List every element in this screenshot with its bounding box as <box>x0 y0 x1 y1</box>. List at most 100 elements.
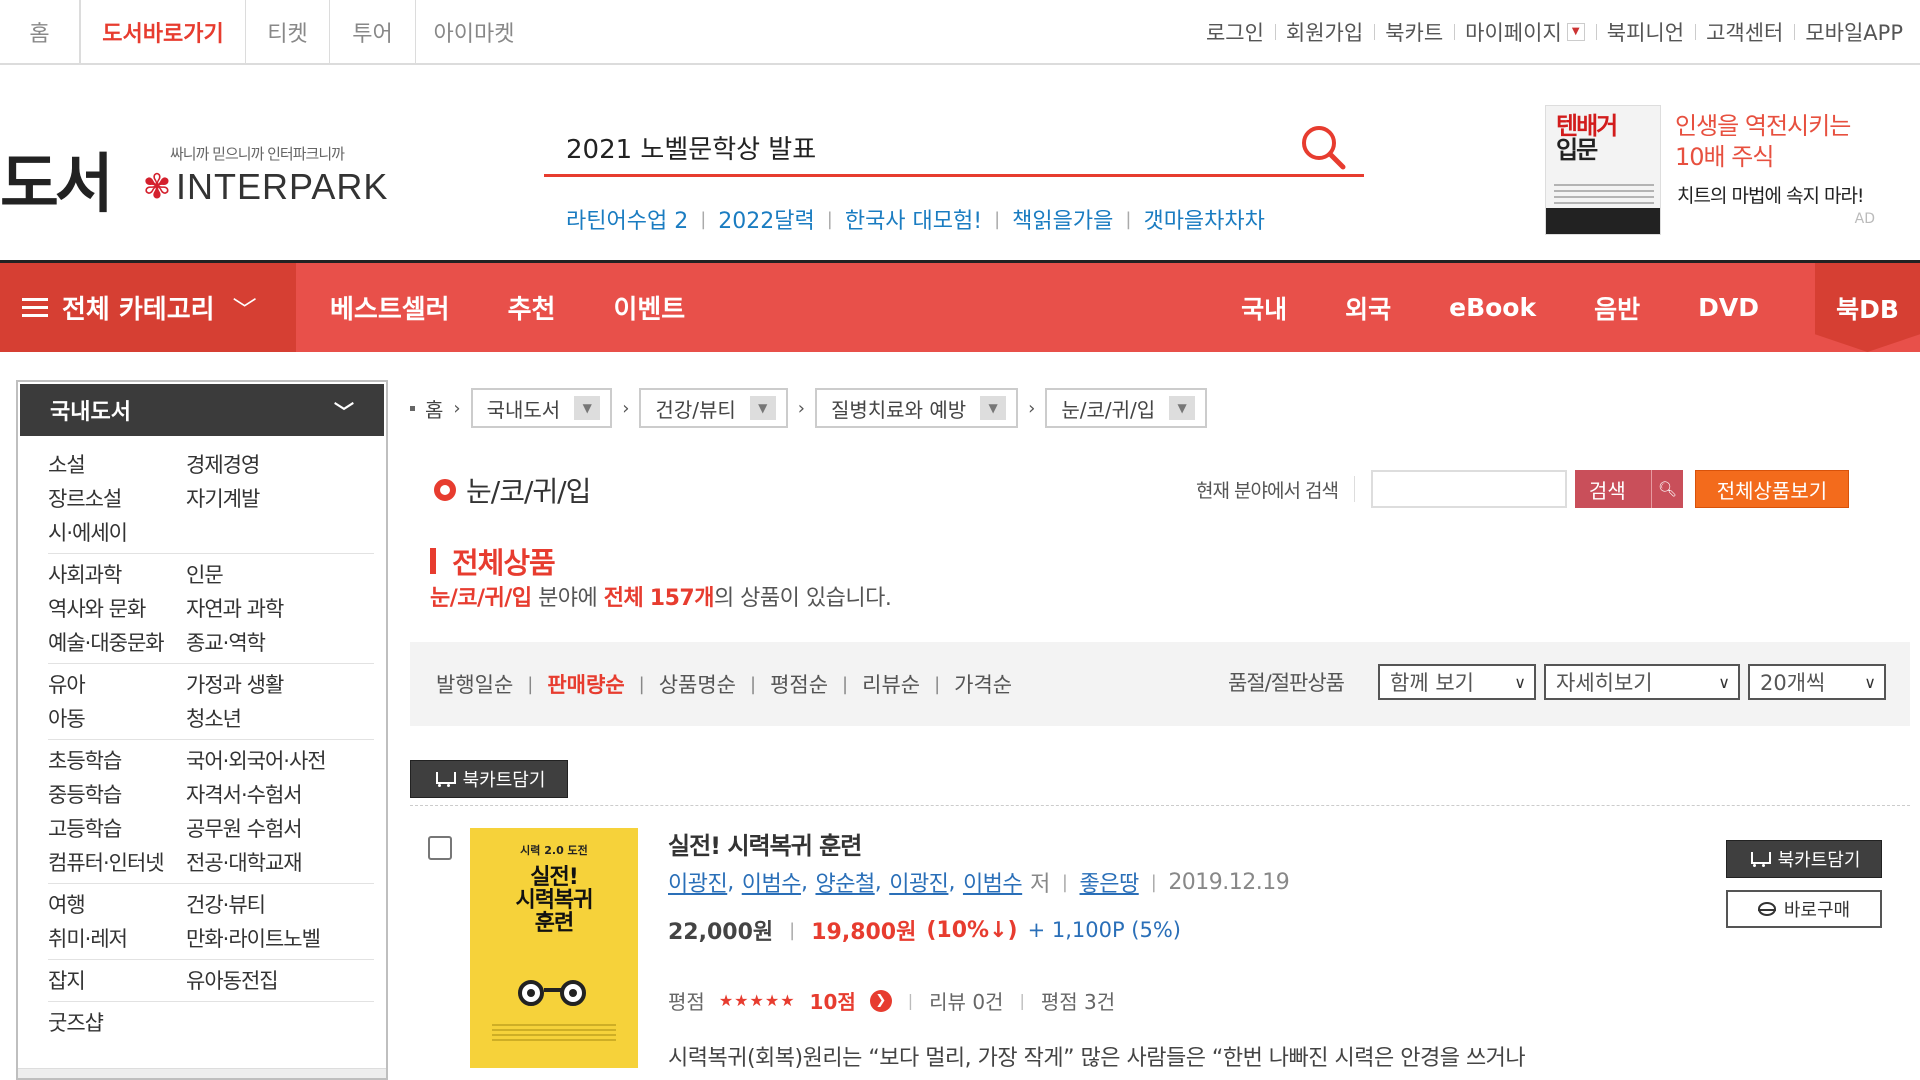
topnav-home[interactable]: 홈 <box>0 0 80 63</box>
menu-ebook[interactable]: eBook <box>1449 293 1536 322</box>
menu-domestic[interactable]: 국내 <box>1241 290 1287 326</box>
hot-keyword[interactable]: 한국사 대모험! <box>845 203 982 235</box>
sort-option[interactable]: 리뷰순 <box>862 669 920 699</box>
hot-keyword[interactable]: 2022달력 <box>718 203 814 235</box>
search-button[interactable] <box>1298 123 1348 171</box>
sort-option[interactable]: 평점순 <box>770 669 828 699</box>
category-search-input[interactable] <box>1370 470 1567 508</box>
hot-keyword[interactable]: 갯마을차차차 <box>1143 203 1264 235</box>
sidebar-item[interactable]: 취미·레저 <box>48 923 186 953</box>
sidebar-item[interactable]: 공무원 수험서 <box>186 813 303 843</box>
sidebar-item[interactable]: 여행 <box>48 889 186 919</box>
sidebar-item[interactable]: 굿즈샵 <box>48 1007 186 1037</box>
menu-event[interactable]: 이벤트 <box>613 289 685 326</box>
topnav-imarket[interactable]: 아이마켓 <box>416 0 532 63</box>
publisher-link[interactable]: 좋은땅 <box>1080 866 1140 898</box>
breadcrumb-select-level2[interactable]: 건강/뷰티 ▼ <box>639 388 788 428</box>
sidebar-item[interactable]: 시·에세이 <box>48 517 186 547</box>
chevron-right-icon[interactable]: ❯ <box>869 989 892 1012</box>
sidebar-item[interactable]: 가정과 생활 <box>186 669 284 699</box>
category-search-button[interactable]: 검색 🔍︎ <box>1574 470 1683 508</box>
author-link[interactable]: 양순철 <box>815 866 875 898</box>
author-link[interactable]: 이범수 <box>963 866 1023 898</box>
sidebar-item[interactable]: 중등학습 <box>48 779 186 809</box>
page-size-select[interactable]: 20개씩 ∨ <box>1748 664 1886 700</box>
all-category-button[interactable]: 전체 카테고리 ﹀ <box>0 263 296 352</box>
hot-keyword[interactable]: 라틴어수업 2 <box>566 203 688 235</box>
mobile-app-link[interactable]: 모바일APP <box>1794 17 1914 47</box>
sort-option[interactable]: 발행일순 <box>436 669 513 699</box>
sidebar-item[interactable]: 유아 <box>48 669 186 699</box>
sidebar-item[interactable]: 종교·역학 <box>186 627 266 657</box>
sidebar-item[interactable]: 자연과 과학 <box>186 593 284 623</box>
mypage-link[interactable]: 마이페이지 ▼ <box>1454 17 1596 47</box>
bookpinion-link[interactable]: 북피니언 <box>1595 17 1695 47</box>
sidebar-item[interactable]: 잡지 <box>48 965 186 995</box>
sidebar-item[interactable]: 만화·라이트노벨 <box>186 923 321 953</box>
logo-book[interactable]: 도서 <box>0 133 114 225</box>
ring-bullet-icon <box>434 479 456 501</box>
sidebar-item[interactable]: 고등학습 <box>48 813 186 843</box>
detail-view-select[interactable]: 자세히보기 ∨ <box>1544 664 1740 700</box>
topnav-book[interactable]: 도서바로가기 <box>80 0 246 63</box>
sort-option[interactable]: 판매량순 <box>547 669 624 699</box>
sidebar-item[interactable]: 컴퓨터·인터넷 <box>48 847 186 877</box>
breadcrumb-select-level1[interactable]: 국내도서 ▼ <box>470 388 613 428</box>
sidebar-item[interactable]: 전공·대학교재 <box>186 847 303 877</box>
add-to-cart-button[interactable]: 북카트담기 <box>1726 840 1882 878</box>
author-link[interactable]: 이광진 <box>889 866 949 898</box>
menu-bookdb[interactable]: 북DB <box>1815 263 1920 352</box>
author-link[interactable]: 이광진 <box>668 866 728 898</box>
sidebar-header[interactable]: 국내도서 ﹀ <box>20 384 384 436</box>
customer-center-link[interactable]: 고객센터 <box>1695 17 1794 47</box>
horizontal-scrollbar[interactable] <box>18 1068 386 1078</box>
signup-link[interactable]: 회원가입 <box>1274 17 1374 47</box>
sidebar-item[interactable]: 아동 <box>48 703 186 733</box>
view-together-select[interactable]: 함께 보기 ∨ <box>1378 664 1536 700</box>
sidebar-item[interactable]: 예술·대중문화 <box>48 627 186 657</box>
sidebar-item[interactable]: 자격서·수험서 <box>186 779 303 809</box>
breadcrumb-select-level4[interactable]: 눈/코/귀/입 ▼ <box>1045 388 1208 428</box>
product-checkbox[interactable] <box>428 836 452 860</box>
add-selected-to-cart-button[interactable]: 북카트담기 <box>410 760 568 798</box>
sort-option[interactable]: 가격순 <box>954 669 1012 699</box>
sidebar-item[interactable]: 사회과학 <box>48 559 186 589</box>
review-count-link[interactable]: 리뷰 0건 <box>929 986 1003 1015</box>
sidebar-item[interactable]: 청소년 <box>186 703 242 733</box>
menu-dvd[interactable]: DVD <box>1698 293 1759 322</box>
sidebar-item[interactable]: 유아동전집 <box>186 965 279 995</box>
product-title[interactable]: 실전! 시력복귀 훈련 <box>668 826 862 861</box>
author-link[interactable]: 이범수 <box>742 866 802 898</box>
menu-bestseller[interactable]: 베스트셀러 <box>330 289 450 326</box>
login-link[interactable]: 로그인 <box>1195 17 1275 47</box>
sidebar-item[interactable]: 장르소설 <box>48 483 186 513</box>
sidebar-item[interactable]: 경제경영 <box>186 449 260 479</box>
breadcrumb-select-level3[interactable]: 질병치료와 예방 ▼ <box>814 388 1019 428</box>
hot-keyword[interactable]: 책읽을가을 <box>1012 203 1113 235</box>
sidebar-item[interactable]: 건강·뷰티 <box>186 889 266 919</box>
buy-now-button[interactable]: 바로구매 <box>1726 890 1882 928</box>
view-all-products-button[interactable]: 전체상품보기 <box>1694 470 1849 508</box>
sidebar-item[interactable]: 초등학습 <box>48 745 186 775</box>
chevron-down-icon[interactable]: ▼ <box>1566 22 1585 41</box>
sidebar-item[interactable]: 자기계발 <box>186 483 260 513</box>
sidebar-item[interactable]: 인문 <box>186 559 224 589</box>
search-input[interactable] <box>566 127 1266 167</box>
menu-recommend[interactable]: 추천 <box>508 289 556 326</box>
product-cover-image[interactable]: 시력 2.0 도전 실전! 시력복귀 훈련 <box>470 828 638 1068</box>
topnav-ticket[interactable]: 티켓 <box>246 0 330 63</box>
logo-interpark[interactable]: 싸니까 믿으니까 인터파크니까 ✾ INTERPARK <box>140 143 388 208</box>
bookcart-link[interactable]: 북카트 <box>1374 17 1454 47</box>
topnav-tour[interactable]: 투어 <box>330 0 416 63</box>
menu-music[interactable]: 음반 <box>1594 290 1640 326</box>
menu-foreign[interactable]: 외국 <box>1345 290 1391 326</box>
sidebar-item[interactable]: 역사와 문화 <box>48 593 186 623</box>
sidebar-item[interactable]: 소설 <box>48 449 186 479</box>
rating-count-link[interactable]: 평점 3건 <box>1041 986 1115 1015</box>
sort-option[interactable]: 상품명순 <box>659 669 736 699</box>
sidebar-item[interactable]: 국어·외국어·사전 <box>186 745 327 775</box>
soldout-filter-link[interactable]: 품절/절판상품 <box>1228 667 1345 697</box>
breadcrumb-home[interactable]: 홈 <box>425 394 443 423</box>
hamburger-icon <box>22 297 48 318</box>
ad-banner[interactable]: 텐배거 입문 인생을 역전시키는 10배 주식 치트의 마법에 속지 마라! AD <box>1545 105 1880 245</box>
